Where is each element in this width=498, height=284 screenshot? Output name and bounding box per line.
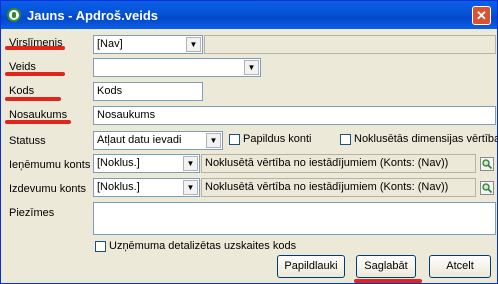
piezimes-textarea[interactable] <box>93 202 496 235</box>
dialog-window: Jauns - Apdroš.veids ✕ Virslīmenis [Nav]… <box>0 0 498 284</box>
close-button[interactable]: ✕ <box>472 6 491 25</box>
ienemumu-konts-combo[interactable]: [Noklus.] ▼ <box>93 154 200 173</box>
kods-label: Kods <box>9 85 35 97</box>
papildus-konti-checkbox[interactable] <box>229 134 240 145</box>
izdevumu-konts-value: [Noklus.] <box>97 181 140 193</box>
veids-combo[interactable]: ▼ <box>93 58 261 77</box>
izdevumu-konts-description: Noklusētā vērtība no iestādījumiem (Kont… <box>201 178 476 197</box>
annotation-underline <box>5 97 61 101</box>
chevron-down-icon[interactable]: ▼ <box>206 133 221 148</box>
papildlauki-button[interactable]: Papildlauki <box>277 255 345 278</box>
statuss-value: Atļaut datu ievadi <box>97 134 182 146</box>
ienemumu-konts-description: Noklusētā vērtība no iestādījumiem (Kont… <box>201 154 476 173</box>
annotation-underline <box>5 120 71 124</box>
statuss-label: Statuss <box>9 135 46 147</box>
statuss-combo[interactable]: Atļaut datu ievadi ▼ <box>93 131 223 150</box>
piezimes-label: Piezīmes <box>9 207 55 219</box>
noklusetas-dimensijas-checkbox[interactable] <box>340 134 351 145</box>
lookup-icon[interactable] <box>480 181 494 195</box>
uznemuma-uzskaite-label: Uzņēmuma detalizētas uzskaites kods <box>109 240 297 252</box>
annotation-underline <box>5 46 65 50</box>
noklusetas-dimensijas-label: Noklusētās dimensijas vērtības <box>354 133 498 145</box>
atcelt-button[interactable]: Atcelt <box>429 255 491 278</box>
uznemuma-uzskaite-checkbox[interactable] <box>95 241 106 252</box>
title-bar[interactable]: Jauns - Apdroš.veids ✕ <box>1 1 497 29</box>
chevron-down-icon[interactable]: ▼ <box>244 60 259 75</box>
ienemumu-konts-label: Ieņēmumu konts <box>9 159 91 171</box>
kods-input[interactable]: Kods <box>93 82 203 101</box>
annotation-underline <box>5 72 65 76</box>
virslimenis-value: [Nav] <box>97 38 123 50</box>
chevron-down-icon[interactable]: ▼ <box>183 156 198 171</box>
annotation-underline <box>354 279 422 283</box>
virslimenis-combo[interactable]: [Nav] ▼ <box>93 35 203 54</box>
izdevumu-konts-combo[interactable]: [Noklus.] ▼ <box>93 178 200 197</box>
virslimenis-description <box>204 35 496 54</box>
lookup-icon[interactable] <box>480 157 494 171</box>
izdevumu-konts-label: Izdevumu konts <box>9 183 87 195</box>
papildus-konti-label: Papildus konti <box>243 133 312 145</box>
nosaukums-input[interactable]: Nosaukums <box>93 106 496 125</box>
window-title: Jauns - Apdroš.veids <box>27 8 158 23</box>
ienemumu-konts-value: [Noklus.] <box>97 157 140 169</box>
saglabat-button[interactable]: Saglabāt <box>356 255 416 278</box>
app-icon <box>7 8 21 22</box>
chevron-down-icon[interactable]: ▼ <box>186 37 201 52</box>
chevron-down-icon[interactable]: ▼ <box>183 180 198 195</box>
